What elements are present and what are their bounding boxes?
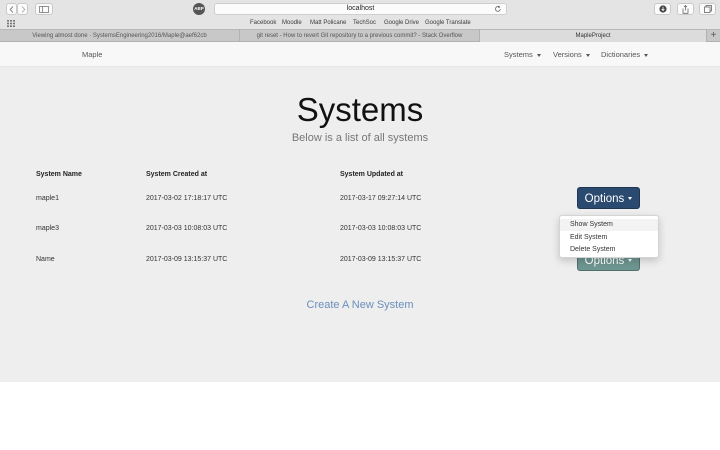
updated-at-cell: 2017-03-03 10:08:03 UTC bbox=[340, 225, 422, 232]
column-header-created: System Created at bbox=[146, 171, 208, 178]
main-content: Systems Below is a list of all systems S… bbox=[0, 67, 720, 382]
options-label: Options bbox=[584, 193, 625, 205]
favorite-google-drive[interactable]: Google Drive bbox=[384, 18, 419, 29]
page-subtitle: Below is a list of all systems bbox=[291, 132, 429, 144]
system-name-cell: Name bbox=[36, 256, 55, 263]
favorites-bar: Facebook Moodle Matt Policane TechSoc Go… bbox=[0, 18, 720, 29]
nav-versions-label: Versions bbox=[553, 50, 582, 59]
caret-down-icon bbox=[628, 259, 633, 263]
system-name-cell: maple3 bbox=[36, 225, 59, 232]
sidebar-toggle-button[interactable] bbox=[35, 3, 53, 15]
nav-versions-dropdown[interactable]: Versions bbox=[553, 42, 590, 67]
create-system-link[interactable]: Create A New System bbox=[0, 299, 720, 311]
url-text: localhost bbox=[346, 5, 375, 12]
app-navbar: Maple Systems Versions Dictionaries bbox=[0, 42, 720, 67]
tab-github[interactable]: Viewing almost done · SystemsEngineering… bbox=[0, 30, 240, 42]
reload-icon[interactable] bbox=[494, 5, 502, 13]
nav-dictionaries-dropdown[interactable]: Dictionaries bbox=[601, 42, 649, 67]
favorite-moodle[interactable]: Moodle bbox=[282, 18, 302, 29]
tabs-overview-button[interactable] bbox=[699, 3, 716, 15]
grid-icon[interactable] bbox=[7, 20, 15, 27]
tab-mapleproject[interactable]: MapleProject bbox=[480, 30, 707, 42]
caret-down-icon bbox=[628, 197, 633, 201]
share-button[interactable] bbox=[677, 3, 694, 15]
tab-stackoverflow[interactable]: git reset - How to revert Git repository… bbox=[240, 30, 480, 42]
page-title: Systems bbox=[296, 91, 424, 128]
created-at-cell: 2017-03-02 17:18:17 UTC bbox=[146, 195, 228, 202]
nav-systems-label: Systems bbox=[504, 50, 533, 59]
forward-button[interactable] bbox=[17, 3, 28, 15]
favorite-facebook[interactable]: Facebook bbox=[250, 18, 276, 29]
favorite-google-translate[interactable]: Google Translate bbox=[425, 18, 471, 29]
updated-at-cell: 2017-03-17 09:27:14 UTC bbox=[340, 195, 422, 202]
column-header-name: System Name bbox=[36, 171, 82, 178]
new-tab-button[interactable]: + bbox=[707, 30, 720, 42]
browser-toolbar: ABP localhost bbox=[0, 0, 720, 18]
show-system-item[interactable]: Show System bbox=[560, 219, 658, 231]
download-icon bbox=[658, 5, 667, 13]
sidebar-icon bbox=[39, 5, 49, 13]
adblock-icon[interactable]: ABP bbox=[193, 3, 205, 15]
created-at-cell: 2017-03-09 13:15:37 UTC bbox=[146, 256, 228, 263]
chevron-right-icon bbox=[21, 5, 25, 13]
tab-strip: Viewing almost done · SystemsEngineering… bbox=[0, 29, 720, 42]
back-button[interactable] bbox=[6, 3, 17, 15]
column-header-updated: System Updated at bbox=[340, 171, 404, 178]
nav-dictionaries-label: Dictionaries bbox=[601, 50, 641, 59]
edit-system-item[interactable]: Edit System bbox=[560, 232, 658, 244]
delete-system-item[interactable]: Delete System bbox=[560, 244, 658, 256]
favorite-matt-policane[interactable]: Matt Policane bbox=[310, 18, 346, 29]
updated-at-cell: 2017-03-09 13:15:37 UTC bbox=[340, 256, 422, 263]
chevron-left-icon bbox=[9, 5, 13, 13]
caret-down-icon bbox=[585, 53, 590, 57]
downloads-button[interactable] bbox=[654, 3, 671, 15]
share-icon bbox=[682, 4, 689, 14]
caret-down-icon bbox=[536, 53, 541, 57]
nav-systems-dropdown[interactable]: Systems bbox=[504, 42, 541, 67]
brand-link[interactable]: Maple bbox=[82, 42, 102, 67]
address-bar[interactable]: localhost bbox=[214, 3, 507, 15]
system-name-cell: maple1 bbox=[36, 195, 59, 202]
tabs-icon bbox=[703, 5, 712, 13]
options-dropdown-menu: Show System Edit System Delete System bbox=[559, 215, 659, 258]
caret-down-icon bbox=[644, 53, 649, 57]
options-button[interactable]: Options bbox=[577, 187, 640, 209]
favorite-techsoc[interactable]: TechSoc bbox=[353, 18, 376, 29]
created-at-cell: 2017-03-03 10:08:03 UTC bbox=[146, 225, 228, 232]
